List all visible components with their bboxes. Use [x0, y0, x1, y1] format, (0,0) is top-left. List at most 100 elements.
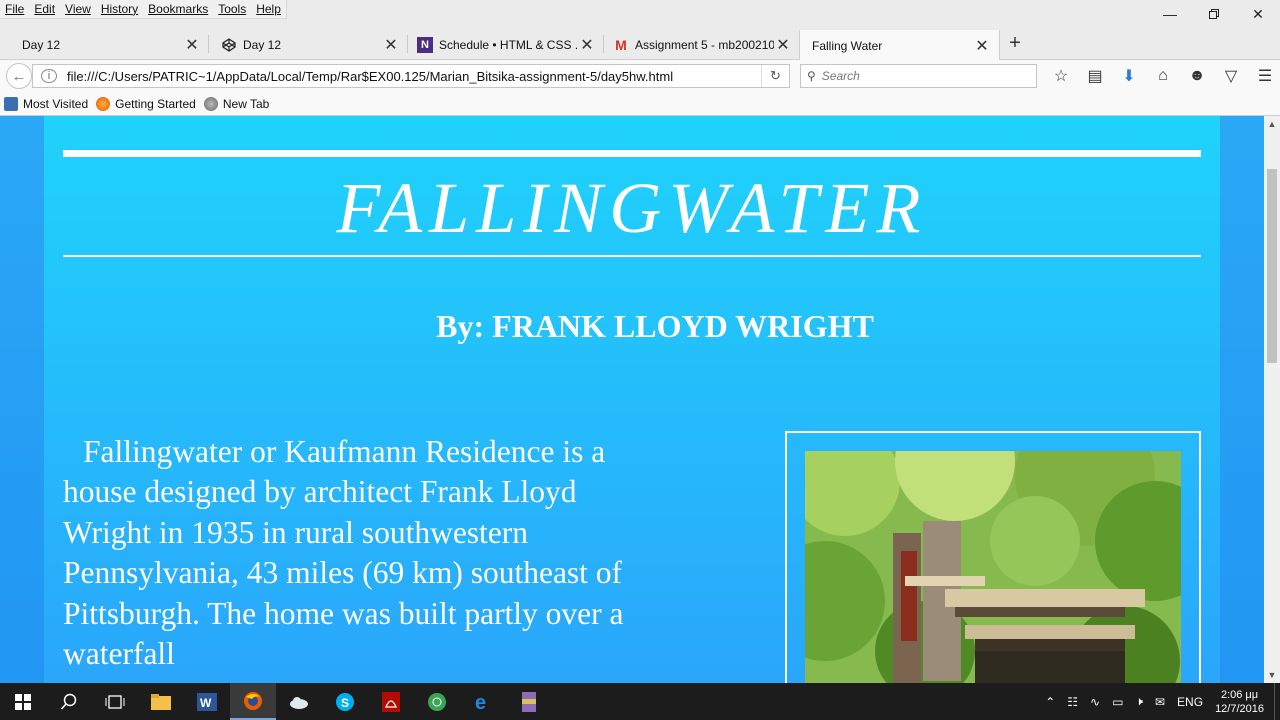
close-tab-icon[interactable]: ✕ [774, 35, 792, 55]
green-globe-icon [428, 692, 446, 711]
notes-icon[interactable]: ✉ [1155, 695, 1165, 709]
minimize-button[interactable]: — [1148, 0, 1192, 28]
acrobat-icon [382, 691, 400, 712]
home-icon[interactable]: ⌂ [1146, 67, 1180, 85]
menu-file[interactable]: File [0, 0, 29, 18]
close-tab-icon[interactable]: ✕ [973, 36, 991, 56]
title-divider [63, 255, 1201, 257]
chevron-up-icon[interactable]: ⌃ [1045, 695, 1055, 709]
fallingwater-photo [805, 451, 1181, 683]
skype-button[interactable]: S [322, 683, 368, 720]
page-title: FALLINGWATER [336, 168, 928, 248]
winrar-icon [522, 691, 536, 712]
most-visited-icon [4, 96, 18, 111]
menu-edit[interactable]: Edit [29, 0, 60, 18]
menu-history[interactable]: History [96, 0, 143, 18]
hamburger-menu-icon[interactable]: ☰ [1248, 66, 1280, 86]
skype-icon: S [336, 692, 354, 711]
search-icon [60, 693, 77, 710]
body-paragraph: Fallingwater or Kaufmann Residence is a … [63, 434, 624, 672]
navigation-bar: i file:///C:/Users/PATRIC~1/AppData/Loca… [0, 60, 1280, 92]
tab-label: Day 12 [22, 38, 61, 52]
menu-list: File Edit View History Bookmarks Tools H… [0, 0, 287, 19]
menu-tools[interactable]: Tools [213, 0, 251, 18]
show-desktop-button[interactable] [1274, 683, 1280, 720]
address-bar[interactable]: i file:///C:/Users/PATRIC~1/AppData/Loca… [32, 64, 790, 88]
clock[interactable]: 2:06 μμ 12/7/2016 [1215, 688, 1264, 716]
bookmark-label: Getting Started [115, 96, 196, 111]
tab-day12-a[interactable]: Day 12 ✕ [10, 30, 209, 60]
search-taskbar-button[interactable] [46, 683, 92, 720]
windows-logo-icon [15, 693, 31, 710]
network-icon[interactable]: ☷ [1067, 695, 1078, 709]
volume-icon[interactable]: 🕨 [1135, 694, 1143, 709]
menu-bookmarks[interactable]: Bookmarks [143, 0, 213, 18]
tab-label: Day 12 [243, 38, 282, 52]
edge-icon: e [475, 692, 486, 712]
tab-day12-b[interactable]: Day 12 ✕ [209, 30, 408, 60]
gmail-icon: M [615, 37, 627, 53]
firefox-button[interactable] [230, 683, 276, 720]
url-text: file:///C:/Users/PATRIC~1/AppData/Local/… [67, 68, 674, 84]
bookmark-star-icon[interactable]: ☆ [1044, 66, 1078, 86]
language-indicator[interactable]: ENG [1177, 695, 1203, 709]
word-button[interactable]: W [184, 683, 230, 720]
start-button[interactable] [0, 683, 46, 720]
wifi-icon[interactable]: ∿ [1090, 695, 1100, 709]
svg-text:e: e [475, 692, 486, 712]
reload-icon[interactable]: ↻ [761, 65, 789, 87]
menu-help[interactable]: Help [251, 0, 286, 18]
firefox-icon [96, 96, 111, 111]
download-icon[interactable]: ⬇ [1112, 66, 1146, 86]
task-view-button[interactable] [92, 683, 138, 720]
bookmark-new-tab[interactable]: New Tab [203, 96, 269, 111]
search-box[interactable]: ⚲ Search [800, 64, 1037, 88]
toolbar-icons: ☆ ▤ ⬇ ⌂ ☻ ▽ ☰ [1044, 60, 1280, 92]
top-divider [63, 150, 1201, 157]
svg-text:S: S [341, 696, 349, 710]
system-tray: ⌃ ☷ ∿ ▭ 🕨 ✉ ENG 2:06 μμ 12/7/2016 [1045, 683, 1280, 720]
vertical-scrollbar[interactable]: ▲ ▼ [1264, 116, 1280, 683]
app-green-button[interactable] [414, 683, 460, 720]
back-button[interactable]: ← [6, 63, 32, 89]
reading-list-icon[interactable]: ▤ [1078, 66, 1112, 86]
close-tab-icon[interactable]: ✕ [183, 35, 201, 55]
page-container: FALLINGWATER By: FRANK LLOYD WRIGHT Fall… [44, 116, 1220, 683]
photo-frame [785, 431, 1201, 683]
scroll-down-icon[interactable]: ▼ [1264, 667, 1280, 683]
author-byline: By: FRANK LLOYD WRIGHT [436, 308, 874, 344]
menu-bar: File Edit View History Bookmarks Tools H… [0, 0, 1280, 26]
onenote-n-icon: N [417, 37, 433, 53]
close-tab-icon[interactable]: ✕ [382, 35, 400, 55]
firefox-icon [244, 691, 262, 710]
scrollbar-thumb[interactable] [1267, 169, 1277, 363]
chat-icon[interactable]: ☻ [1180, 67, 1214, 85]
bookmark-most-visited[interactable]: Most Visited [4, 96, 88, 111]
file-explorer-button[interactable] [138, 683, 184, 720]
tab-falling-water[interactable]: Falling Water ✕ [799, 30, 1000, 61]
acrobat-button[interactable] [368, 683, 414, 720]
info-icon[interactable]: i [41, 69, 57, 83]
window-controls: — ✕ [1148, 0, 1280, 28]
close-tab-icon[interactable]: ✕ [578, 35, 596, 55]
menu-view[interactable]: View [60, 0, 96, 18]
tab-label: Schedule • HTML & CSS ... [439, 38, 578, 52]
winrar-button[interactable] [506, 683, 552, 720]
word-icon: W [197, 692, 217, 711]
app-button[interactable] [276, 683, 322, 720]
edge-button[interactable]: e [460, 683, 506, 720]
globe-icon [203, 96, 218, 111]
svg-text:W: W [200, 696, 212, 710]
maximize-button[interactable] [1192, 0, 1236, 28]
scroll-up-icon[interactable]: ▲ [1264, 116, 1280, 132]
new-tab-button[interactable]: + [1004, 32, 1026, 55]
tab-assignment[interactable]: M Assignment 5 - mb200210... ✕ [601, 30, 800, 60]
pocket-icon[interactable]: ▽ [1214, 66, 1248, 86]
tab-label: Assignment 5 - mb200210... [635, 38, 774, 52]
tab-schedule[interactable]: N Schedule • HTML & CSS ... ✕ [405, 30, 604, 60]
bookmark-getting-started[interactable]: Getting Started [96, 96, 196, 111]
battery-icon[interactable]: ▭ [1112, 695, 1123, 709]
clock-time: 2:06 μμ [1220, 688, 1259, 701]
tab-strip: Day 12 ✕ Day 12 ✕ N Schedule • HTML & CS… [0, 26, 1280, 61]
close-window-button[interactable]: ✕ [1236, 0, 1280, 28]
